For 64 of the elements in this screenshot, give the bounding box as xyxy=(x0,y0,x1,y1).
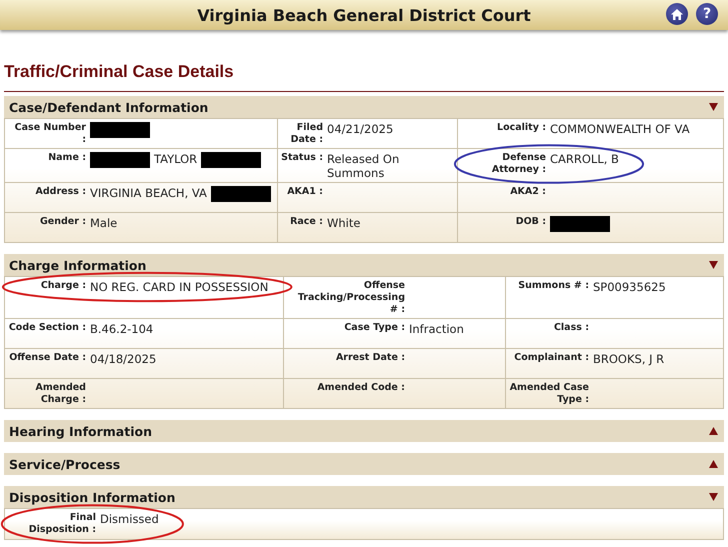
field-label: Address : xyxy=(34,186,87,198)
field-label: Summons # : xyxy=(517,280,590,292)
field-label: Case Number : xyxy=(14,122,87,146)
page-title: Traffic/Criminal Case Details xyxy=(4,62,235,83)
field-label: Final Disposition : xyxy=(28,512,97,536)
collapse-arrow-icon[interactable] xyxy=(709,103,718,111)
field-label: Case Type : xyxy=(343,322,406,334)
field-value: B.46.2-104 xyxy=(90,322,154,336)
section-title: Service/Process xyxy=(9,456,120,472)
section-title: Hearing Information xyxy=(9,424,152,438)
field-label: Defense Attorney : xyxy=(490,152,547,176)
section-title: Charge Information xyxy=(9,258,146,272)
home-icon[interactable] xyxy=(666,3,688,25)
field-label: Filed Date : xyxy=(290,122,324,146)
field-label: Locality : xyxy=(496,122,547,134)
help-icon[interactable]: ? xyxy=(696,3,718,25)
section-header[interactable]: Hearing Information xyxy=(4,420,724,442)
field-label: Charge : xyxy=(40,280,87,292)
field-label: Race : xyxy=(289,216,324,228)
field-label: Status : xyxy=(281,152,324,164)
redaction-bar xyxy=(550,216,610,232)
redaction-bar xyxy=(90,122,150,138)
field-value: 04/18/2025 xyxy=(90,352,156,366)
collapse-arrow-icon[interactable] xyxy=(709,261,718,269)
section-title: Case/Defendant Information xyxy=(9,100,208,114)
field-label: Offense Date : xyxy=(8,352,87,364)
field-value: Male xyxy=(90,216,118,230)
field-label: Offense Tracking/Processing # : xyxy=(296,280,406,316)
court-title: Virginia Beach General District Court xyxy=(197,6,531,24)
field-label: Complainant : xyxy=(513,352,590,364)
field-label: Name : xyxy=(47,152,87,164)
section-header[interactable]: Service/Process xyxy=(4,453,724,475)
field-label: Arrest Date : xyxy=(334,352,406,364)
expand-arrow-icon[interactable] xyxy=(709,460,718,468)
collapse-arrow-icon[interactable] xyxy=(709,493,718,501)
field-value: Infraction xyxy=(409,322,464,336)
field-value: Released On Summons xyxy=(327,152,400,180)
section-title: Disposition Information xyxy=(9,490,176,504)
field-value: CARROLL, B xyxy=(550,152,619,166)
field-label: Code Section : xyxy=(8,322,87,334)
field-value: NO REG. CARD IN POSSESSION xyxy=(90,280,268,294)
field-value: COMMONWEALTH OF VA xyxy=(550,122,690,136)
field-label: AKA1 : xyxy=(286,186,324,198)
field-label: Amended Case Type : xyxy=(509,382,590,406)
section-header[interactable]: Disposition Information xyxy=(4,486,724,508)
field-label: Amended Charge : xyxy=(34,382,87,406)
field-value: 04/21/2025 xyxy=(327,122,394,136)
field-label: AKA2 : xyxy=(509,186,547,198)
section-header[interactable]: Case/Defendant Information xyxy=(4,96,724,118)
field-value: TAYLOR xyxy=(154,152,198,166)
field-label: Gender : xyxy=(38,216,87,228)
redaction-bar xyxy=(210,186,271,202)
field-label: DOB : xyxy=(514,216,547,228)
field-value: BROOKS, J R xyxy=(593,352,664,366)
field-value: White xyxy=(327,216,360,230)
redaction-bar xyxy=(201,152,262,168)
field-label: Class : xyxy=(552,322,590,334)
field-value: SP00935625 xyxy=(593,280,666,294)
expand-arrow-icon[interactable] xyxy=(709,427,718,435)
section-header[interactable]: Charge Information xyxy=(4,254,724,276)
field-value: Dismissed xyxy=(100,512,159,526)
field-value: VIRGINIA BEACH, VA xyxy=(90,186,207,200)
field-label: Amended Code : xyxy=(316,382,406,394)
redaction-bar xyxy=(90,152,150,168)
